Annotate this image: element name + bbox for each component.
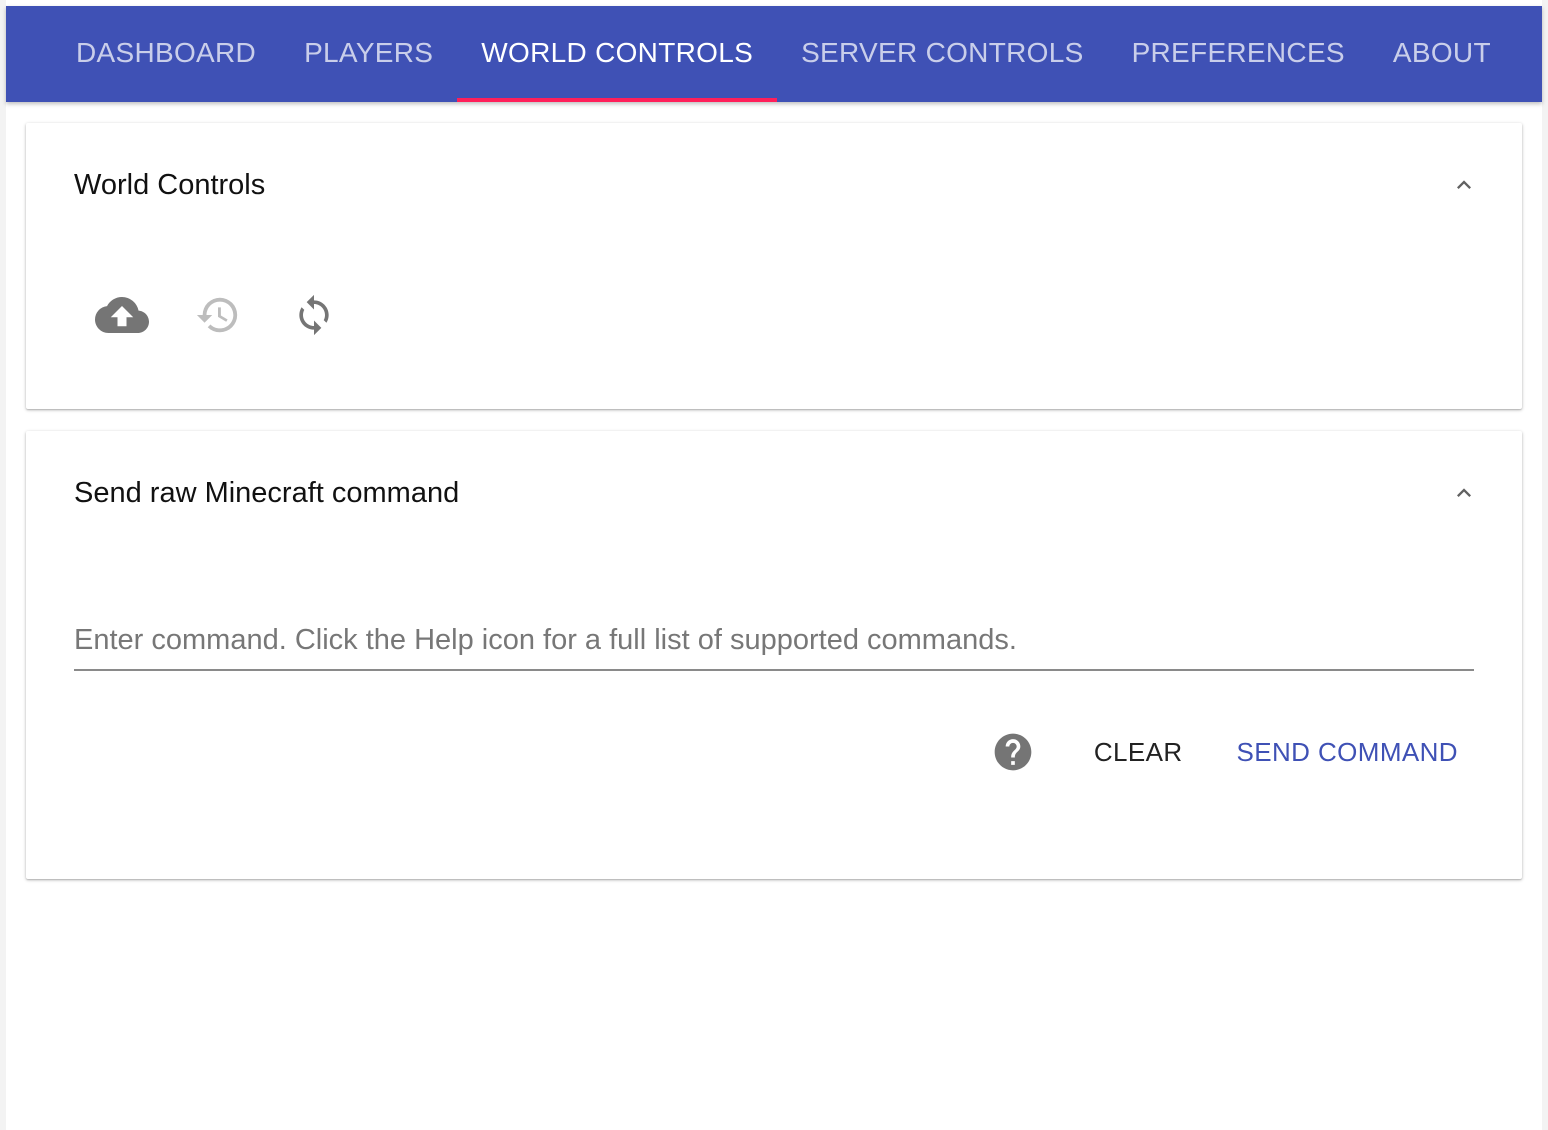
window-edge-right [1542,0,1548,1130]
world-controls-title: World Controls [74,169,266,201]
history-icon [196,297,238,333]
send-command-collapse-button[interactable] [1446,475,1482,511]
upload-world-button[interactable] [92,285,152,345]
chevron-up-icon [1457,180,1471,189]
tab-dashboard[interactable]: DASHBOARD [52,6,280,102]
refresh-world-button[interactable] [284,285,344,345]
restore-backup-button[interactable] [188,285,248,345]
tab-label: PREFERENCES [1131,37,1345,68]
refresh-icon [299,294,329,336]
cloud-upload-icon [95,297,149,333]
chevron-up-icon [1457,488,1471,497]
tab-world-controls[interactable]: WORLD CONTROLS [457,6,778,102]
command-actions: CLEAR SEND COMMAND [988,727,1474,777]
send-command-button[interactable]: SEND COMMAND [1221,729,1474,776]
command-input[interactable] [74,611,1474,669]
world-controls-collapse-button[interactable] [1446,167,1482,203]
app-window: DASHBOARD PLAYERS WORLD CONTROLS SERVER … [0,0,1548,1130]
help-circle-icon [994,733,1032,771]
tab-about[interactable]: ABOUT [1369,6,1515,102]
tab-players[interactable]: PLAYERS [280,6,457,102]
clear-button[interactable]: CLEAR [1078,729,1199,776]
world-controls-panel: World Controls [26,123,1522,409]
tab-label: PLAYERS [304,37,434,68]
tab-label: SERVER CONTROLS [801,37,1084,68]
send-command-panel: Send raw Minecraft command CLEAR SEND CO… [26,431,1522,879]
send-command-title: Send raw Minecraft command [74,477,460,509]
tab-label: DASHBOARD [76,37,257,68]
top-tab-bar: DASHBOARD PLAYERS WORLD CONTROLS SERVER … [6,6,1542,102]
tab-indicator [457,98,778,102]
tab-label: WORLD CONTROLS [481,37,754,68]
tab-preferences[interactable]: PREFERENCES [1108,6,1369,102]
window-edge-left [0,0,6,1130]
help-button[interactable] [988,727,1038,777]
tab-server-controls[interactable]: SERVER CONTROLS [777,6,1108,102]
tab-label: ABOUT [1392,37,1491,68]
command-input-field [74,611,1474,671]
